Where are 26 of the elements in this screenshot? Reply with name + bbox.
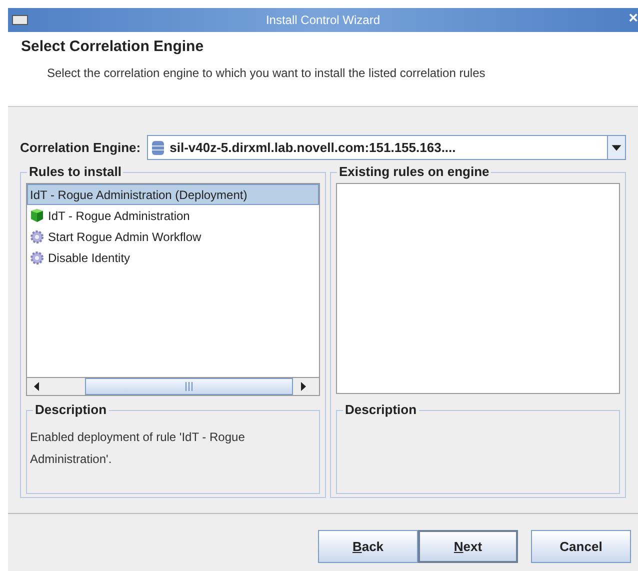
window-icon: [12, 15, 28, 25]
page-title: Select Correlation Engine: [21, 37, 205, 57]
page-subtitle: Select the correlation engine to which you want to install the listed correlation rules: [46, 65, 486, 82]
horizontal-scrollbar[interactable]: [27, 377, 319, 395]
database-icon: [150, 140, 165, 156]
gear-icon: [30, 250, 44, 264]
group-title: Description: [343, 402, 419, 418]
engine-label: Correlation Engine:: [20, 138, 141, 157]
gear-icon: [30, 230, 44, 244]
description-text: Enabled deployment of rule 'IdT - Rogue Administration'.: [30, 429, 246, 468]
close-button[interactable]: ×: [628, 10, 638, 28]
engine-dropdown[interactable]: sil-v40z-5.dirxml.lab.novell.com:151.155.163....: [146, 135, 626, 160]
rule-item[interactable]: IdT - Rogue Administration: [27, 205, 319, 226]
wizard-button[interactable]: Next: [418, 530, 518, 563]
wizard-button[interactable]: Cancel: [531, 530, 631, 563]
rule-item[interactable]: Start Rogue Admin Workflow: [27, 226, 319, 247]
window-title: Install Control Wizard: [266, 12, 380, 29]
wizard-button[interactable]: Back: [318, 530, 418, 563]
scroll-thumb[interactable]: [85, 378, 293, 395]
caret-icon: [607, 136, 625, 159]
group-title: Description: [33, 402, 109, 418]
group-title: Existing rules on engine: [337, 164, 492, 180]
cube-icon: [30, 208, 44, 223]
rule-item[interactable]: Disable Identity: [27, 247, 319, 268]
rule-item[interactable]: IdT - Rogue Administration (Deployment): [27, 184, 319, 205]
grip-icon: [185, 382, 193, 391]
